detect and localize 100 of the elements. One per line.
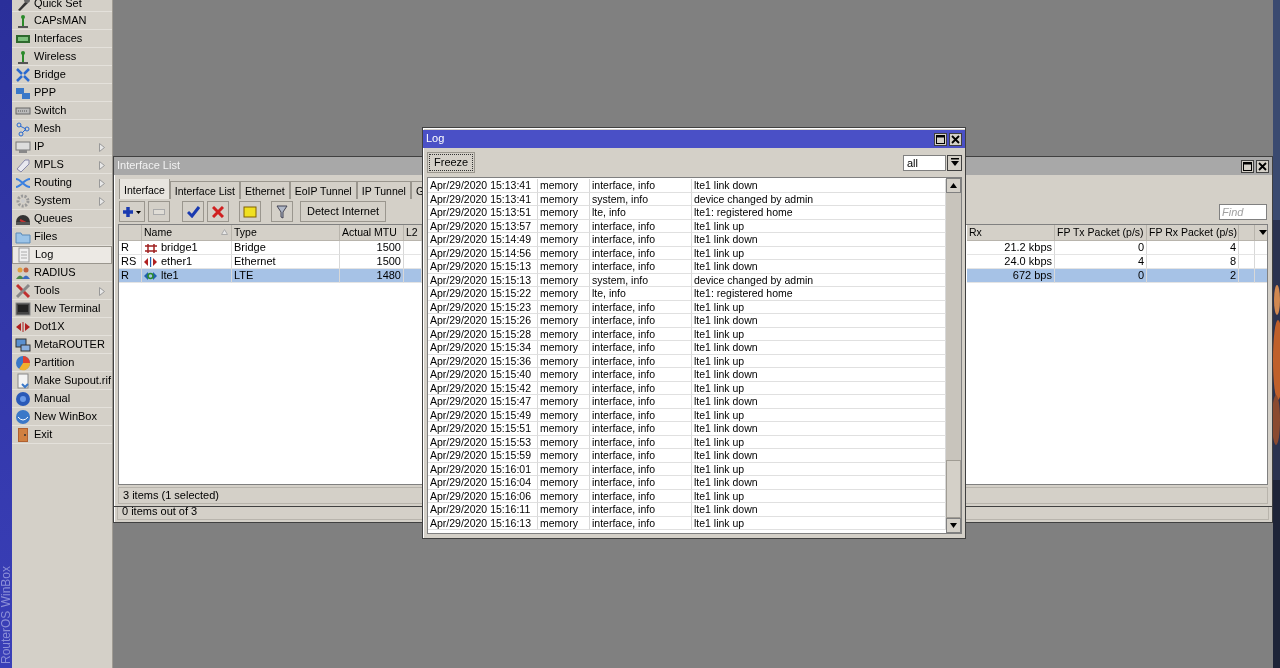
tab[interactable]: Ethernet bbox=[240, 181, 290, 199]
freeze-button[interactable]: Freeze bbox=[427, 152, 476, 173]
enable-button[interactable] bbox=[182, 201, 204, 222]
menu-item[interactable]: Interfaces bbox=[12, 30, 112, 48]
gear-icon bbox=[15, 192, 31, 209]
tab[interactable]: IP Tunnel bbox=[356, 181, 411, 199]
scroll-down-button[interactable] bbox=[946, 518, 961, 533]
menu-item[interactable]: Tools bbox=[12, 282, 112, 300]
search-field[interactable]: Find bbox=[1219, 203, 1267, 220]
flag-cell: R bbox=[119, 241, 142, 255]
disable-button[interactable] bbox=[207, 201, 229, 222]
topics-cell: interface, info bbox=[590, 449, 692, 463]
time-cell: Apr/29/2020 15:15:26 bbox=[428, 314, 538, 328]
rx-cell: 672 bps bbox=[967, 269, 1055, 283]
scrollbar[interactable] bbox=[946, 178, 961, 533]
close-button[interactable] bbox=[1256, 159, 1269, 173]
close-button[interactable] bbox=[949, 132, 962, 146]
column-header[interactable]: Actual MTU bbox=[340, 225, 404, 241]
maximize-button[interactable] bbox=[1241, 159, 1254, 173]
detect-internet-button[interactable]: Detect Internet bbox=[300, 201, 387, 222]
time-cell: Apr/29/2020 15:16:11 bbox=[428, 503, 538, 517]
menu-item[interactable]: PPP bbox=[12, 84, 112, 102]
menu-item[interactable]: New WinBox bbox=[12, 408, 112, 426]
menu-item[interactable]: Exit bbox=[12, 426, 112, 444]
buffer-cell: memory bbox=[538, 206, 590, 220]
filter-icon bbox=[276, 204, 288, 219]
menu-item[interactable]: Mesh bbox=[12, 120, 112, 138]
menu-item[interactable]: Partition bbox=[12, 354, 112, 372]
menu-item[interactable]: Bridge bbox=[12, 66, 112, 84]
menu-item[interactable]: Quick Set bbox=[12, 0, 112, 12]
menu-item[interactable]: Wireless bbox=[12, 48, 112, 66]
scroll-thumb[interactable] bbox=[946, 460, 961, 518]
message-cell: lte1 link up bbox=[692, 300, 946, 314]
topics-cell: interface, info bbox=[590, 354, 692, 368]
menu-item[interactable]: Queues bbox=[12, 210, 112, 228]
menu-item[interactable]: Manual bbox=[12, 390, 112, 408]
column-header[interactable]: FP Rx Packet (p/s) bbox=[1147, 225, 1239, 241]
scroll-up-button[interactable] bbox=[946, 178, 961, 193]
topics-cell: interface, info bbox=[590, 368, 692, 382]
buffer-cell: memory bbox=[538, 341, 590, 355]
column-header[interactable]: FP Tx Packet (p/s) bbox=[1055, 225, 1147, 241]
time-cell: Apr/29/2020 15:15:13 bbox=[428, 260, 538, 274]
time-cell: Apr/29/2020 15:14:49 bbox=[428, 233, 538, 247]
topics-cell: system, info bbox=[590, 273, 692, 287]
column-header[interactable]: L2 bbox=[404, 225, 422, 241]
buffer-cell: memory bbox=[538, 408, 590, 422]
time-cell: Apr/29/2020 15:13:41 bbox=[428, 179, 538, 193]
message-cell: lte1 link down bbox=[692, 260, 946, 274]
buffer-cell: memory bbox=[538, 489, 590, 503]
message-cell: device changed by admin bbox=[692, 192, 946, 206]
time-cell: Apr/29/2020 15:15:59 bbox=[428, 449, 538, 463]
maximize-button[interactable] bbox=[934, 132, 947, 146]
time-cell: Apr/29/2020 15:15:23 bbox=[428, 300, 538, 314]
message-cell: lte1 link up bbox=[692, 408, 946, 422]
message-cell: lte1 link down bbox=[692, 314, 946, 328]
topics-cell: interface, info bbox=[590, 503, 692, 517]
add-button[interactable] bbox=[119, 201, 145, 222]
column-header[interactable]: Type bbox=[232, 225, 340, 241]
filter-select[interactable]: all bbox=[903, 154, 946, 171]
dropdown-button[interactable] bbox=[947, 154, 962, 171]
tab[interactable]: Interface bbox=[119, 179, 170, 199]
buffer-cell: memory bbox=[538, 462, 590, 476]
menu-item[interactable]: MPLS bbox=[12, 156, 112, 174]
menu-item[interactable]: MetaROUTER bbox=[12, 336, 112, 354]
message-cell: lte1 link up bbox=[692, 381, 946, 395]
menu-item[interactable]: IP bbox=[12, 138, 112, 156]
buffer-cell: memory bbox=[538, 287, 590, 301]
column-header[interactable]: Rx bbox=[967, 225, 1055, 241]
buffer-cell: memory bbox=[538, 476, 590, 490]
column-menu-button[interactable] bbox=[1255, 225, 1267, 241]
menu-item[interactable]: Make Supout.rif bbox=[12, 372, 112, 390]
topics-cell: interface, info bbox=[590, 341, 692, 355]
message-cell: lte1 link down bbox=[692, 449, 946, 463]
nodes-icon bbox=[15, 120, 31, 137]
buffer-cell: memory bbox=[538, 327, 590, 341]
menu-item[interactable]: Switch bbox=[12, 102, 112, 120]
time-cell: Apr/29/2020 15:13:41 bbox=[428, 192, 538, 206]
menu-item[interactable]: Log bbox=[12, 246, 112, 264]
column-header[interactable]: Name bbox=[142, 225, 232, 241]
menu-item[interactable]: CAPsMAN bbox=[12, 12, 112, 30]
filter-button[interactable] bbox=[271, 201, 293, 222]
time-cell: Apr/29/2020 15:13:51 bbox=[428, 206, 538, 220]
menu-item[interactable]: Dot1X bbox=[12, 318, 112, 336]
message-cell: lte1 link up bbox=[692, 489, 946, 503]
menu-item[interactable]: New Terminal bbox=[12, 300, 112, 318]
topics-cell: interface, info bbox=[590, 462, 692, 476]
menu-item[interactable]: RADIUS bbox=[12, 264, 112, 282]
tab[interactable]: EoIP Tunnel bbox=[289, 181, 357, 199]
buffer-cell: memory bbox=[538, 368, 590, 382]
terminal-icon bbox=[15, 300, 31, 317]
up-arrow-icon bbox=[950, 183, 957, 188]
topics-cell: interface, info bbox=[590, 381, 692, 395]
maximize-icon bbox=[936, 134, 945, 144]
menu-item[interactable]: Routing bbox=[12, 174, 112, 192]
door-icon bbox=[15, 426, 31, 443]
menu-item[interactable]: System bbox=[12, 192, 112, 210]
tab[interactable]: Interface List bbox=[169, 181, 240, 199]
topics-cell: interface, info bbox=[590, 300, 692, 314]
topics-cell: lte, info bbox=[590, 287, 692, 301]
message-cell: lte1 link down bbox=[692, 422, 946, 436]
